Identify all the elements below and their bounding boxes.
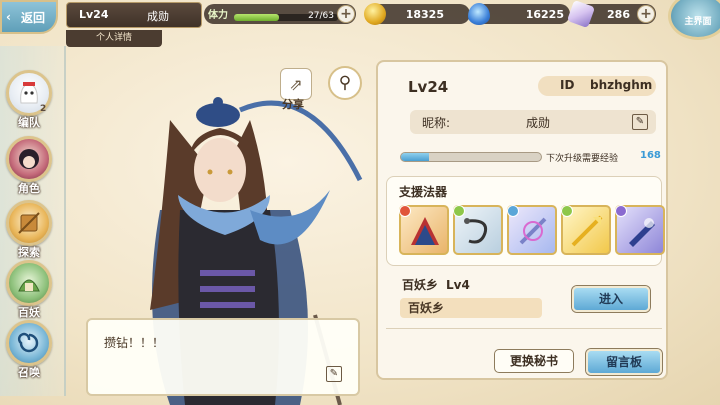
crystal-icon	[566, 0, 596, 29]
gem-counter: 16225	[468, 3, 570, 25]
golden-spear-artifact-icon[interactable]	[561, 205, 611, 255]
nav-item-formation[interactable]: 2 编队	[4, 68, 56, 129]
player-level: Lv24	[79, 8, 109, 21]
explore-tools-icon	[6, 200, 52, 246]
demon-village-header: 百妖乡 Lv4	[402, 276, 470, 293]
nav-item-explore[interactable]: 探索	[4, 198, 56, 259]
demon-village-label: 百妖乡	[402, 278, 439, 292]
demon-village-name: 百妖乡	[400, 298, 542, 318]
nav-item-demons[interactable]: 百妖	[4, 258, 56, 319]
speech-text: 攒钻！！！	[104, 336, 165, 350]
nickname-label: 昵称:	[422, 116, 451, 130]
tab-personal-details[interactable]: 个人详情	[66, 30, 162, 47]
nav-label-characters: 角色	[18, 182, 40, 195]
edit-speech-button[interactable]: ✎	[326, 366, 342, 382]
nav-item-characters[interactable]: 角色	[4, 134, 56, 195]
crystal-value: 286	[607, 8, 630, 21]
formation-badge: 2	[40, 104, 47, 114]
share-icon: ⇗	[289, 74, 303, 94]
blue-gem-icon	[468, 3, 490, 25]
enter-button[interactable]: 进入	[572, 286, 650, 312]
xp-bar-fill	[401, 153, 429, 161]
zoom-button[interactable]: ⚲	[328, 66, 362, 100]
stamina-label: 体力	[208, 10, 228, 21]
stamina-bar-fill	[234, 14, 279, 21]
player-plate: Lv24 成勋	[66, 2, 202, 28]
share-label: 分享	[282, 98, 304, 111]
main-screen-button[interactable]: 主界面	[668, 0, 720, 40]
back-label: 返回	[20, 10, 45, 25]
speech-bubble: 攒钻！！！ ✎	[86, 318, 360, 396]
nav-label-summon: 召唤	[18, 366, 40, 379]
add-stamina-button[interactable]: +	[337, 5, 355, 23]
add-crystal-button[interactable]: +	[637, 5, 655, 23]
id-value: bhzhghm	[590, 78, 653, 92]
id-label: ID	[560, 78, 575, 92]
support-artifacts: 支援法器	[386, 176, 665, 266]
search-icon: ⚲	[338, 73, 352, 93]
gold-coin-icon	[364, 3, 386, 25]
main-screen-label: 主界面	[684, 16, 712, 27]
blue-blade-artifact-icon[interactable]	[615, 205, 665, 255]
demon-encyclopedia-icon	[6, 260, 52, 306]
change-secretary-button[interactable]: 更换秘书	[494, 349, 574, 373]
chevron-left-icon: ‹	[6, 10, 11, 24]
left-nav: 2 编队 角色 探索 百妖 召唤	[0, 46, 66, 396]
top-bar: ‹ 返回 Lv24 成勋 个人详情 体力 27/63 + 18325 16225…	[0, 0, 720, 47]
crystal-counter: 286 +	[566, 0, 656, 29]
nav-label-formation: 编队	[18, 116, 40, 129]
fan-artifact-icon[interactable]	[399, 205, 449, 255]
xp-bar	[400, 152, 542, 162]
spiral-sword-artifact-icon[interactable]	[507, 205, 557, 255]
profile-panel: Lv24 ID bhzhghm 昵称: 成勋 ✎ 下次升级需要经验 168 支援…	[376, 60, 668, 380]
back-button[interactable]: ‹ 返回	[0, 0, 58, 34]
stamina-value: 27/63	[308, 11, 334, 21]
support-title: 支援法器	[399, 185, 448, 199]
whip-artifact-icon[interactable]	[453, 205, 503, 255]
message-board-button[interactable]: 留言板	[586, 349, 662, 375]
divider	[386, 328, 662, 329]
stamina-counter: 体力 27/63 +	[204, 4, 356, 24]
summon-swirl-icon	[6, 320, 52, 366]
edit-nickname-button[interactable]: ✎	[632, 114, 648, 130]
player-id: ID bhzhghm	[538, 76, 656, 96]
demon-village-level: Lv4	[446, 278, 470, 292]
character-portrait-icon	[6, 136, 52, 182]
nav-item-summon[interactable]: 召唤	[4, 318, 56, 379]
gem-value: 16225	[525, 8, 564, 21]
nickname-field: 昵称: 成勋 ✎	[410, 110, 656, 134]
gold-counter: 18325	[364, 3, 470, 25]
xp-label: 下次升级需要经验	[546, 154, 619, 164]
nickname-value: 成勋	[526, 116, 551, 130]
profile-level: Lv24	[408, 78, 449, 96]
xp-value: 168	[640, 150, 661, 161]
gold-value: 18325	[405, 8, 444, 21]
player-name: 成勋	[147, 10, 169, 23]
